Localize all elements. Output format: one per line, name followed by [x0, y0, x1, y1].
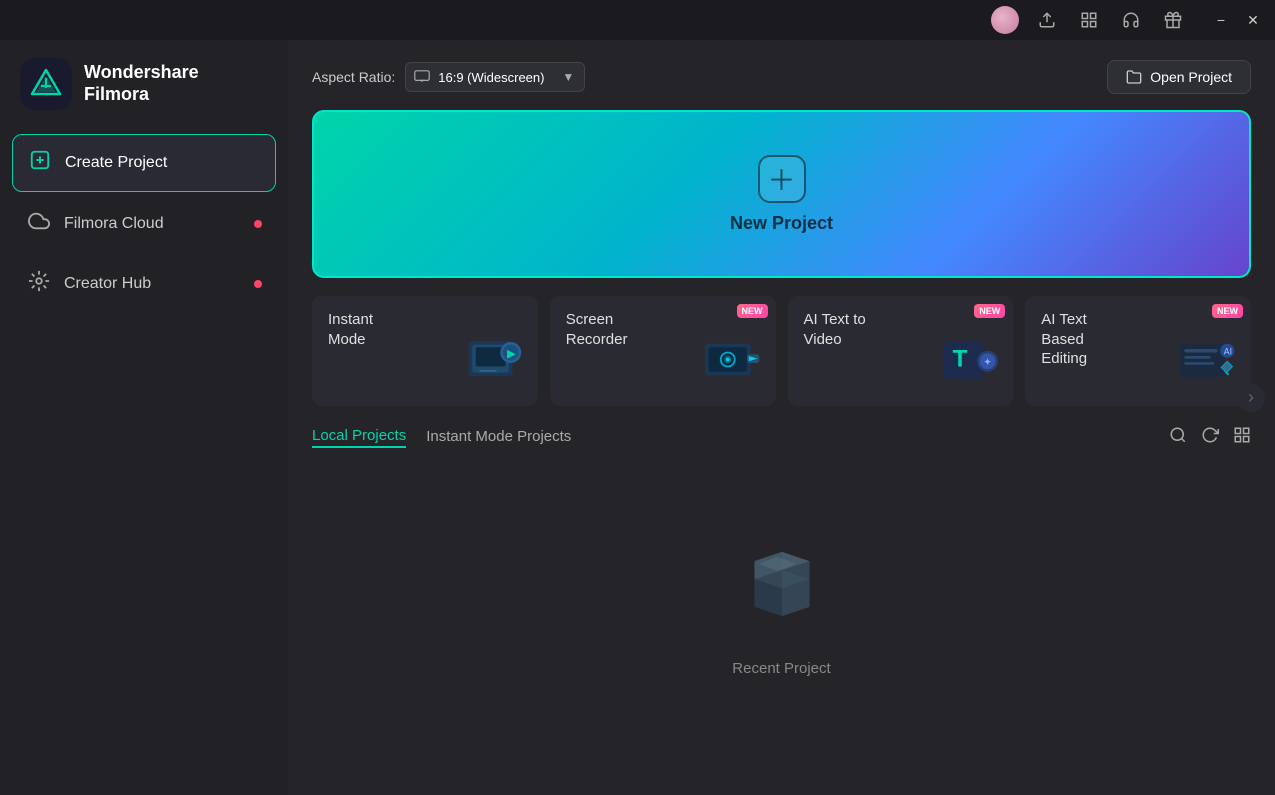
logo-title: Wondershare: [84, 62, 199, 84]
mode-card-ai-text-based-editing[interactable]: NEW AI Text Based Editing AI: [1025, 296, 1251, 406]
minimize-button[interactable]: −: [1211, 10, 1231, 30]
create-project-icon: [29, 149, 51, 177]
projects-tabs: Local Projects Instant Mode Projects: [312, 427, 571, 448]
instant-mode-icon: ▶: [460, 328, 530, 398]
aspect-chevron-icon: ▼: [562, 70, 574, 84]
titlebar: − ✕: [0, 0, 1275, 40]
new-project-plus-icon: ＋: [758, 155, 806, 203]
open-project-label: Open Project: [1150, 69, 1232, 85]
ai-text-based-editing-label: AI Text Based Editing: [1041, 310, 1121, 369]
sidebar-item-creator-hub[interactable]: Creator Hub: [12, 256, 276, 312]
aspect-ratio-value: 16:9 (Widescreen): [438, 70, 544, 85]
sidebar-item-filmora-cloud[interactable]: Filmora Cloud: [12, 196, 276, 252]
search-icon[interactable]: [1169, 426, 1187, 449]
projects-section: Local Projects Instant Mode Projects: [312, 426, 1251, 775]
creator-hub-icon: [28, 270, 50, 298]
main-layout: Wondershare Filmora Create Project: [0, 40, 1275, 795]
window-controls: − ✕: [1211, 10, 1263, 30]
sidebar: Wondershare Filmora Create Project: [0, 40, 288, 795]
close-button[interactable]: ✕: [1243, 10, 1263, 30]
projects-header: Local Projects Instant Mode Projects: [312, 426, 1251, 449]
grid-icon[interactable]: [1075, 6, 1103, 34]
content-toolbar: Aspect Ratio: 16:9 (Widescreen) ▼: [312, 60, 1251, 94]
grid-view-icon[interactable]: [1233, 426, 1251, 449]
aspect-ratio-group: Aspect Ratio: 16:9 (Widescreen) ▼: [312, 62, 585, 92]
aspect-ratio-label: Aspect Ratio:: [312, 69, 395, 85]
titlebar-icons: [991, 6, 1187, 34]
refresh-icon[interactable]: [1201, 426, 1219, 449]
new-project-banner[interactable]: ＋ New Project: [312, 110, 1251, 278]
sidebar-nav: Create Project Filmora Cloud: [0, 134, 288, 312]
logo-icon: [20, 58, 72, 110]
sidebar-item-create-project[interactable]: Create Project: [12, 134, 276, 192]
svg-text:▶: ▶: [506, 348, 516, 360]
gift-icon[interactable]: [1159, 6, 1187, 34]
new-project-label: New Project: [730, 213, 833, 234]
upload-icon[interactable]: [1033, 6, 1061, 34]
scroll-right-button[interactable]: ›: [1237, 384, 1265, 412]
creator-hub-dot: [254, 280, 262, 288]
logo-subtitle: Filmora: [84, 84, 199, 106]
sidebar-item-label-create-project: Create Project: [65, 154, 167, 172]
filmora-cloud-icon: [28, 210, 50, 238]
ai-text-based-editing-icon: AI: [1173, 328, 1243, 398]
svg-text:T: T: [953, 346, 968, 373]
filmora-cloud-dot: [254, 220, 262, 228]
empty-state: Recent Project: [312, 465, 1251, 775]
monitor-icon: [414, 69, 430, 85]
mode-card-instant[interactable]: Instant Mode ▶: [312, 296, 538, 406]
screen-recorder-icon: [698, 328, 768, 398]
app-logo: Wondershare Filmora: [0, 40, 288, 134]
screen-recorder-badge: NEW: [737, 304, 768, 318]
svg-text:✦: ✦: [983, 357, 992, 369]
ai-text-to-video-badge: NEW: [974, 304, 1005, 318]
sidebar-item-label-filmora-cloud: Filmora Cloud: [64, 215, 164, 233]
instant-mode-label: Instant Mode: [328, 310, 408, 349]
screen-recorder-label: Screen Recorder: [566, 310, 646, 349]
ai-text-based-editing-badge: NEW: [1212, 304, 1243, 318]
headphone-icon[interactable]: [1117, 6, 1145, 34]
mode-card-ai-text-to-video[interactable]: NEW AI Text to Video T ✦: [788, 296, 1014, 406]
mode-cards: Instant Mode ▶ NEW Screen Record: [312, 296, 1251, 406]
content-area: Aspect Ratio: 16:9 (Widescreen) ▼: [288, 40, 1275, 795]
ai-text-to-video-label: AI Text to Video: [804, 310, 884, 349]
ai-text-to-video-icon: T ✦: [935, 328, 1005, 398]
svg-text:AI: AI: [1224, 346, 1232, 356]
empty-label: Recent Project: [732, 660, 830, 677]
aspect-ratio-select[interactable]: 16:9 (Widescreen) ▼: [405, 62, 585, 92]
mode-card-screen-recorder[interactable]: NEW Screen Recorder: [550, 296, 776, 406]
logo-text: Wondershare Filmora: [84, 62, 199, 105]
open-project-button[interactable]: Open Project: [1107, 60, 1251, 94]
user-avatar-icon[interactable]: [991, 6, 1019, 34]
sidebar-item-label-creator-hub: Creator Hub: [64, 275, 151, 293]
projects-actions: [1169, 426, 1251, 449]
tab-instant-mode-projects[interactable]: Instant Mode Projects: [426, 428, 571, 447]
tab-local-projects[interactable]: Local Projects: [312, 427, 406, 448]
empty-box-icon: [722, 524, 842, 644]
